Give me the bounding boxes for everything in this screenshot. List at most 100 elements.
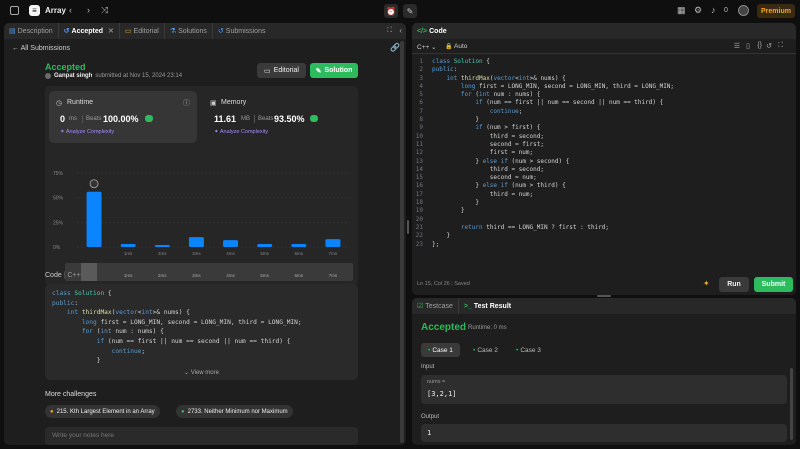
editor-code[interactable]: 1 class Solution {2 public: 3 int thirdMax(… — [412, 58, 792, 249]
case-2-tab[interactable]: • Case 2 — [466, 343, 505, 357]
panel-resize-handle[interactable] — [407, 220, 409, 234]
notification-icon[interactable]: ♪ — [711, 5, 716, 16]
tab-accepted[interactable]: ↺ Accepted ✕ — [59, 23, 120, 39]
code-tab-bar: </> Code — [412, 23, 796, 39]
chart-bar — [223, 240, 239, 247]
tab-submissions[interactable]: ↺ Submissions — [213, 23, 271, 39]
memory-card[interactable]: ▣ Memory 11.61 MB Beats 93.50% ✦ Analyze… — [203, 91, 353, 143]
run-button[interactable]: Run — [719, 277, 749, 292]
avatar[interactable] — [738, 5, 749, 16]
left-scrollbar[interactable] — [400, 41, 404, 443]
notes-icon[interactable]: ✎ — [403, 4, 417, 18]
language-select[interactable]: C++ ⌄ — [417, 43, 437, 51]
runtime-distribution-chart[interactable]: 75% 50% 25% 0% 1ms 2ms 3ms 4ms 5ms 6ms 7ms 1ms 2ms 3m… — [45, 146, 358, 286]
editor-line: 13 } else if (num > second) { — [412, 158, 792, 166]
input-box[interactable]: nums = [3,2,1] — [421, 375, 787, 404]
beats-icon — [145, 115, 153, 122]
line-text: continue; — [489, 107, 523, 115]
input-label: Input — [421, 364, 435, 370]
book-icon: ▭ — [264, 67, 271, 75]
submission-code-block[interactable]: class Solution {public: int thirdMax(vec… — [45, 284, 358, 380]
code-section-header: Code | C++ — [45, 272, 81, 279]
braces-icon[interactable]: {} — [757, 42, 762, 49]
tab-code[interactable]: </> Code — [412, 23, 452, 39]
back-to-submissions[interactable]: ← All Submissions — [12, 45, 70, 52]
editor-toolbar: C++ ⌄ 🔒 Auto ☰ ▯ {} ↺ ⛶ — [412, 40, 796, 54]
shuffle-icon[interactable]: ⤨ — [101, 5, 108, 16]
right-scrollbar[interactable] — [790, 368, 793, 440]
next-problem-icon[interactable]: › — [87, 5, 90, 16]
timer-icon[interactable]: ⏰ — [384, 4, 398, 18]
more-challenges-title: More challenges — [45, 391, 97, 398]
line-text: } — [432, 232, 451, 240]
tab-editorial[interactable]: ▭ Editorial — [120, 23, 165, 39]
grid-icon[interactable]: ▦ — [677, 5, 686, 16]
chart-bar — [86, 191, 102, 247]
challenge-chip-215[interactable]: ● 215. Kth Largest Element in an Array — [45, 405, 160, 418]
reset-icon[interactable]: ↺ — [766, 42, 772, 50]
submit-button[interactable]: Submit — [754, 277, 793, 292]
line-text: class Solution { — [432, 58, 490, 65]
app-logo[interactable]: ≡ — [29, 5, 40, 16]
case-3-tab[interactable]: • Case 3 — [509, 343, 548, 357]
stats-card: ◷ Runtime ⓘ 0 ms Beats 100.00% ✦ Analyze… — [45, 86, 358, 286]
case-1-tab[interactable]: • Case 1 — [421, 343, 460, 357]
note-icon[interactable]: ☰ — [734, 42, 740, 50]
line-number: 22 — [415, 232, 423, 240]
share-icon[interactable]: 🔗 — [390, 43, 400, 52]
close-tab-icon[interactable]: ✕ — [108, 27, 114, 35]
test-result-panel: ☑ Testcase >_ Test Result Accepted Runtime… — [412, 298, 796, 445]
debug-icon[interactable]: ✦ — [703, 279, 710, 288]
line-text: } — [432, 116, 479, 124]
user-marker-avatar — [89, 179, 99, 189]
line-text: public: — [432, 66, 458, 74]
bookmark-icon[interactable]: ▯ — [746, 42, 750, 50]
tab-testcase[interactable]: ☑ Testcase — [412, 298, 459, 314]
editor-line: 1 class Solution { — [412, 58, 792, 66]
prev-problem-icon[interactable]: ‹ — [69, 5, 72, 16]
auto-label[interactable]: Auto — [454, 43, 467, 50]
runtime-divider — [82, 115, 83, 123]
line-number: 2 — [419, 66, 423, 74]
tab-test-result[interactable]: >_ Test Result — [459, 298, 516, 314]
lock-icon: 🔒 — [445, 44, 453, 50]
editor-line: 8 } — [412, 116, 792, 124]
premium-button[interactable]: Premium — [757, 4, 795, 18]
top-bar: ≡ Array ‹ › ⤨ ⏰ ✎ ▦ ⚙ ♪ 0 Premium — [0, 0, 800, 22]
tab-solutions[interactable]: ⚗ Solutions — [165, 23, 213, 39]
editor-line: 23}; — [412, 241, 792, 249]
overview-label: 5ms — [260, 273, 269, 278]
runtime-label: Runtime — [67, 99, 94, 106]
solution-button[interactable]: ✎ Solution — [310, 63, 358, 78]
x-tick-label: 7ms — [329, 251, 338, 256]
settings-icon[interactable]: ⚙ — [694, 5, 702, 16]
view-more-link[interactable]: ⌄ View more — [45, 369, 358, 376]
sparkle-icon: ✦ — [214, 129, 219, 135]
line-number: 6 — [419, 99, 423, 107]
editor-line: 21 return third == LONG_MIN ? first : th… — [412, 224, 792, 232]
layout-icon[interactable] — [10, 6, 19, 15]
x-tick-label: 1ms — [124, 251, 133, 256]
line-number: 15 — [415, 174, 423, 182]
challenge-chip-2733[interactable]: ● 2733. Neither Minimum nor Maximum — [176, 405, 293, 418]
chart-bar — [325, 239, 341, 247]
memory-analyze-link[interactable]: ✦ Analyze Complexity — [214, 129, 268, 135]
editorial-button[interactable]: ▭ Editorial — [257, 63, 306, 78]
runtime-analyze-link[interactable]: ✦ Analyze Complexity — [60, 129, 114, 135]
expand-icon[interactable]: ⛶ — [387, 27, 392, 35]
tab-description[interactable]: ▤ Description — [4, 23, 59, 39]
x-tick-label: 2ms — [158, 251, 167, 256]
line-text: for (int num : nums) { — [460, 91, 541, 99]
notes-input[interactable]: Write your notes here — [45, 427, 358, 445]
editor-resize-handle[interactable] — [597, 295, 611, 297]
output-box[interactable]: 1 — [421, 424, 787, 442]
editor-line: 12 first = num; — [412, 149, 792, 157]
runtime-card[interactable]: ◷ Runtime ⓘ 0 ms Beats 100.00% ✦ Analyze… — [49, 91, 197, 143]
test-tab-bar: ☑ Testcase >_ Test Result — [412, 298, 796, 314]
overview-window — [81, 263, 97, 281]
problem-list-title[interactable]: Array — [45, 6, 66, 15]
info-icon[interactable]: ⓘ — [183, 98, 190, 108]
fullscreen-icon[interactable]: ⛶ — [778, 42, 783, 50]
collapse-icon[interactable]: ‹ — [399, 26, 402, 35]
overview-label: 6ms — [295, 273, 304, 278]
